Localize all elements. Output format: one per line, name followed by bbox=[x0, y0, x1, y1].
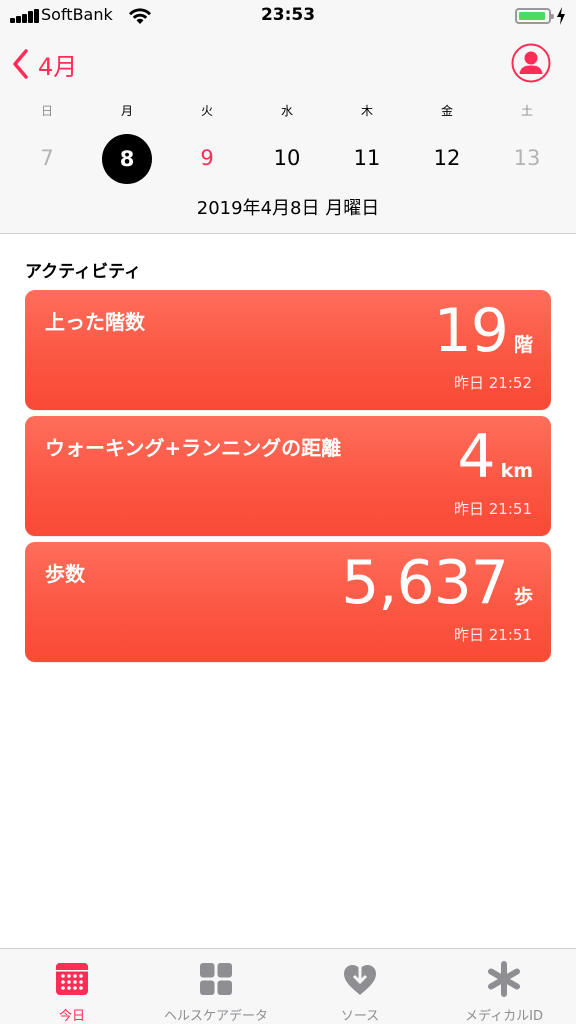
tab-label: ヘルスケアデータ bbox=[163, 1009, 268, 1024]
weekday-wed: 水 bbox=[280, 104, 293, 118]
back-button[interactable]: 4月 bbox=[10, 46, 77, 82]
card-title: 上った階数 bbox=[45, 310, 145, 334]
date-12[interactable]: 12 bbox=[417, 146, 477, 170]
tab-label: 今日 bbox=[58, 1009, 85, 1024]
card-timestamp: 昨日 21:52 bbox=[454, 374, 532, 392]
date-8-selected[interactable]: 8 bbox=[97, 134, 157, 184]
asterisk-icon bbox=[488, 961, 520, 997]
weekday-header: 日 月 火 水 木 金 土 bbox=[0, 102, 576, 120]
date-13[interactable]: 13 bbox=[497, 146, 557, 170]
status-time: 23:53 bbox=[260, 5, 316, 25]
weekday-sun: 日 bbox=[40, 104, 53, 118]
back-label: 4月 bbox=[38, 52, 78, 81]
tab-bar: 今日 ヘルスケアデータ ソース メディカルID bbox=[0, 948, 576, 1024]
date-10[interactable]: 10 bbox=[257, 146, 317, 170]
weekday-fri: 金 bbox=[440, 104, 453, 118]
week-date-strip: 7 8 9 10 11 12 13 bbox=[0, 134, 576, 184]
grid-icon bbox=[200, 963, 232, 995]
status-bar: SoftBank 23:53 bbox=[0, 0, 576, 34]
tab-sources[interactable]: ソース bbox=[288, 949, 432, 1024]
charging-bolt-icon bbox=[557, 7, 565, 25]
weekday-thu: 木 bbox=[360, 104, 373, 118]
heart-download-icon bbox=[344, 963, 376, 995]
weekday-sat: 土 bbox=[520, 104, 533, 118]
chevron-left-icon bbox=[13, 49, 28, 79]
full-date-label: 2019年4月8日 月曜日 bbox=[196, 198, 380, 219]
card-value: 19 bbox=[433, 296, 509, 366]
card-unit: 歩 bbox=[513, 586, 533, 608]
profile-avatar-icon[interactable] bbox=[511, 43, 551, 83]
date-7[interactable]: 7 bbox=[17, 146, 77, 170]
battery-icon bbox=[515, 8, 554, 24]
weekday-mon: 月 bbox=[120, 104, 133, 118]
card-title: ウォーキング+ランニングの距離 bbox=[45, 436, 342, 460]
card-title: 歩数 bbox=[45, 562, 85, 586]
card-timestamp: 昨日 21:51 bbox=[454, 500, 532, 518]
section-title-activity: アクティビティ bbox=[25, 262, 142, 282]
card-value-group: 4 km bbox=[457, 422, 533, 492]
card-value: 5,637 bbox=[341, 548, 509, 618]
tab-health-data[interactable]: ヘルスケアデータ bbox=[144, 949, 288, 1024]
calendar-icon bbox=[56, 963, 88, 995]
tab-today[interactable]: 今日 bbox=[0, 949, 144, 1024]
date-11[interactable]: 11 bbox=[337, 146, 397, 170]
card-steps[interactable]: 歩数 5,637 歩 昨日 21:51 bbox=[25, 542, 551, 662]
card-value: 4 bbox=[457, 422, 495, 492]
header-area: SoftBank 23:53 4月 日 月 火 水 木 金 土 7 8 9 10… bbox=[0, 0, 576, 234]
weekday-tue: 火 bbox=[200, 104, 213, 118]
date-9-today[interactable]: 9 bbox=[177, 146, 237, 170]
card-flights-climbed[interactable]: 上った階数 19 階 昨日 21:52 bbox=[25, 290, 551, 410]
card-timestamp: 昨日 21:51 bbox=[454, 626, 532, 644]
tab-label: ソース bbox=[340, 1009, 380, 1024]
card-value-group: 5,637 歩 bbox=[341, 548, 533, 618]
selected-date-label: 8 bbox=[102, 134, 152, 184]
card-value-group: 19 階 bbox=[434, 296, 533, 366]
card-walking-running-distance[interactable]: ウォーキング+ランニングの距離 4 km 昨日 21:51 bbox=[25, 416, 551, 536]
tab-medical-id[interactable]: メディカルID bbox=[432, 949, 576, 1024]
card-unit: km bbox=[500, 460, 533, 482]
tab-label: メディカルID bbox=[465, 1009, 543, 1024]
card-unit: 階 bbox=[513, 334, 533, 356]
